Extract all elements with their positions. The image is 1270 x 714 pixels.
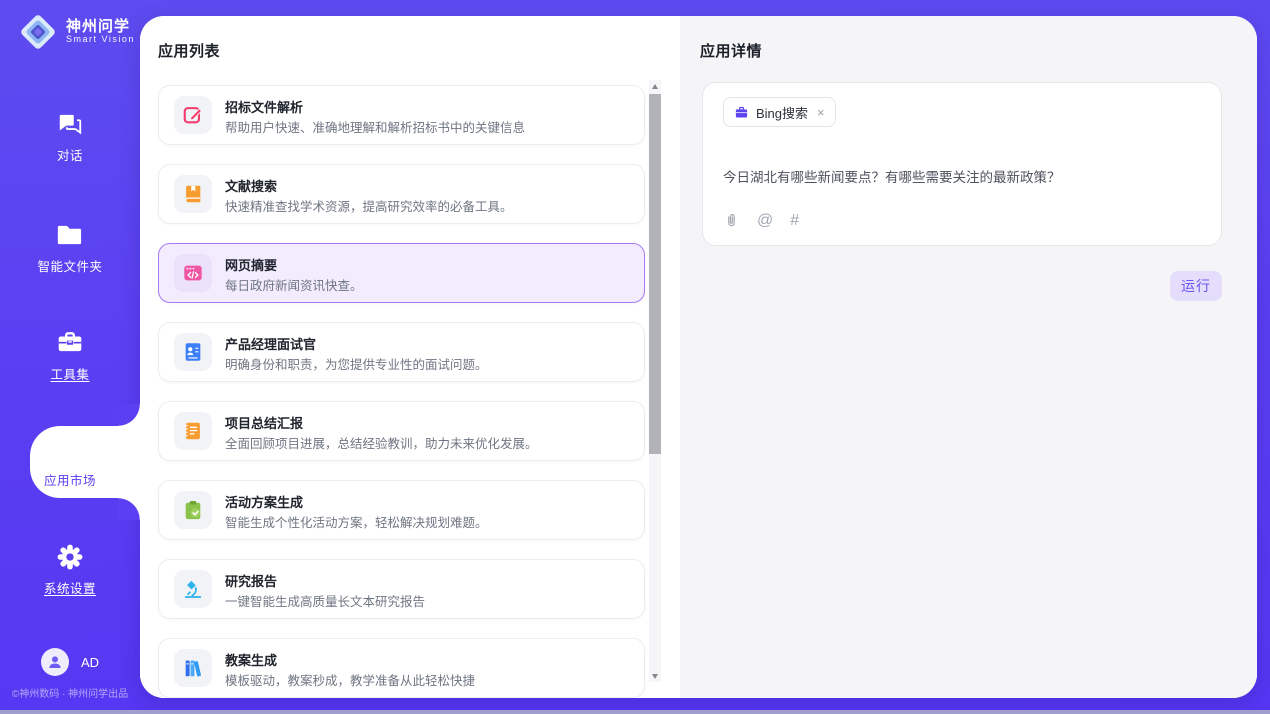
app-list-title: 应用列表 <box>158 40 220 61</box>
app-card-title: 项目总结汇报 <box>225 413 303 432</box>
attachment-toolbar: @ # <box>723 212 799 229</box>
query-input[interactable]: 今日湖北有哪些新闻要点？有哪些需要关注的最新政策？ <box>723 168 1201 188</box>
app-card-title: 文献搜索 <box>225 176 277 195</box>
app-card-description: 全面回顾项目进展，总结经验教训，助力未来优化发展。 <box>225 433 538 452</box>
tool-tag-bing-search[interactable]: Bing搜索 × <box>723 97 836 127</box>
app-card-title: 招标文件解析 <box>225 97 303 116</box>
app-card-description: 帮助用户快速、准确地理解和解析招标书中的关键信息 <box>225 117 525 136</box>
sidebar-nav: 对话 智能文件夹 工具集 应用市场 系统设置 <box>0 0 140 714</box>
scrollbar-down-arrow[interactable] <box>649 670 661 682</box>
sidebar-item-app-market[interactable]: 应用市场 <box>0 424 140 500</box>
briefcase-icon <box>734 105 749 120</box>
books-icon <box>174 649 212 687</box>
hashtag-icon[interactable]: # <box>790 213 799 229</box>
sidebar-item-toolset[interactable]: 工具集 <box>0 329 140 389</box>
sidebar: 神州问学 Smart Vision 对话 智能文件夹 工具集 应用市场 系统设置… <box>0 0 140 714</box>
main-container: 应用列表 招标文件解析 帮助用户快速、准确地理解和解析招标书中的关键信息 文献搜… <box>140 16 1257 698</box>
app-card-title: 网页摘要 <box>225 255 277 274</box>
app-card[interactable]: 网页摘要 每日政府新闻资讯快查。 <box>158 243 645 303</box>
window-bottom-edge <box>0 710 1270 714</box>
copyright-text: ©神州数码 · 神州问学出品 <box>4 685 136 700</box>
app-card-description: 智能生成个性化活动方案，轻松解决规划难题。 <box>225 512 488 531</box>
tool-tag-label: Bing搜索 <box>756 103 808 122</box>
app-card[interactable]: 招标文件解析 帮助用户快速、准确地理解和解析招标书中的关键信息 <box>158 85 645 145</box>
gear-icon <box>56 543 84 571</box>
folder-icon <box>56 221 84 249</box>
paperclip-icon[interactable] <box>723 212 740 229</box>
app-card[interactable]: 研究报告 一键智能生成高质量长文本研究报告 <box>158 559 645 619</box>
app-card-title: 产品经理面试官 <box>225 334 316 353</box>
sidebar-item-smart-folders[interactable]: 智能文件夹 <box>0 221 140 281</box>
user-row[interactable]: AD <box>0 648 140 676</box>
chat-icon <box>56 110 84 138</box>
clipboard-check-icon <box>174 491 212 529</box>
app-card-description: 明确身份和职责，为您提供专业性的面试问题。 <box>225 354 488 373</box>
sidebar-item-chat[interactable]: 对话 <box>0 110 140 170</box>
web-code-icon <box>174 254 212 292</box>
run-button[interactable]: 运行 <box>1170 271 1222 301</box>
cube-icon <box>56 435 84 463</box>
app-card[interactable]: 文献搜索 快速精准查找学术资源，提高研究效率的必备工具。 <box>158 164 645 224</box>
report-icon <box>174 412 212 450</box>
app-card-description: 快速精准查找学术资源，提高研究效率的必备工具。 <box>225 196 513 215</box>
person-icon <box>46 653 64 671</box>
app-card-description: 模板驱动，教案秒成，教学准备从此轻松快捷 <box>225 670 475 689</box>
tool-tag-close-icon[interactable]: × <box>817 106 825 119</box>
scrollbar-up-arrow[interactable] <box>649 80 661 92</box>
app-card[interactable]: 产品经理面试官 明确身份和职责，为您提供专业性的面试问题。 <box>158 322 645 382</box>
app-card-title: 活动方案生成 <box>225 492 303 511</box>
mention-icon[interactable]: @ <box>757 213 773 229</box>
app-card[interactable]: 教案生成 模板驱动，教案秒成，教学准备从此轻松快捷 <box>158 638 645 698</box>
interview-icon <box>174 333 212 371</box>
book-icon <box>174 175 212 213</box>
app-card-description: 每日政府新闻资讯快查。 <box>225 275 363 294</box>
edit-document-icon <box>174 96 212 134</box>
avatar[interactable] <box>41 648 69 676</box>
app-card-title: 研究报告 <box>225 571 277 590</box>
app-card-title: 教案生成 <box>225 650 277 669</box>
microscope-icon <box>174 570 212 608</box>
app-card-list: 招标文件解析 帮助用户快速、准确地理解和解析招标书中的关键信息 文献搜索 快速精… <box>158 85 645 698</box>
app-detail-panel: 应用详情 Bing搜索 × 今日湖北有哪些新闻要点？有哪些需要关注的最新政策？ … <box>680 16 1257 698</box>
query-card: Bing搜索 × 今日湖北有哪些新闻要点？有哪些需要关注的最新政策？ @ # <box>702 82 1222 246</box>
scrollbar[interactable] <box>649 80 661 682</box>
app-detail-title: 应用详情 <box>700 40 762 61</box>
toolbox-icon <box>56 329 84 357</box>
app-list-panel: 应用列表 招标文件解析 帮助用户快速、准确地理解和解析招标书中的关键信息 文献搜… <box>140 16 680 698</box>
sidebar-item-system-settings[interactable]: 系统设置 <box>0 543 140 603</box>
user-name: AD <box>81 655 99 670</box>
app-card[interactable]: 活动方案生成 智能生成个性化活动方案，轻松解决规划难题。 <box>158 480 645 540</box>
app-card[interactable]: 项目总结汇报 全面回顾项目进展，总结经验教训，助力未来优化发展。 <box>158 401 645 461</box>
scrollbar-thumb[interactable] <box>649 94 661 454</box>
app-card-description: 一键智能生成高质量长文本研究报告 <box>225 591 425 610</box>
